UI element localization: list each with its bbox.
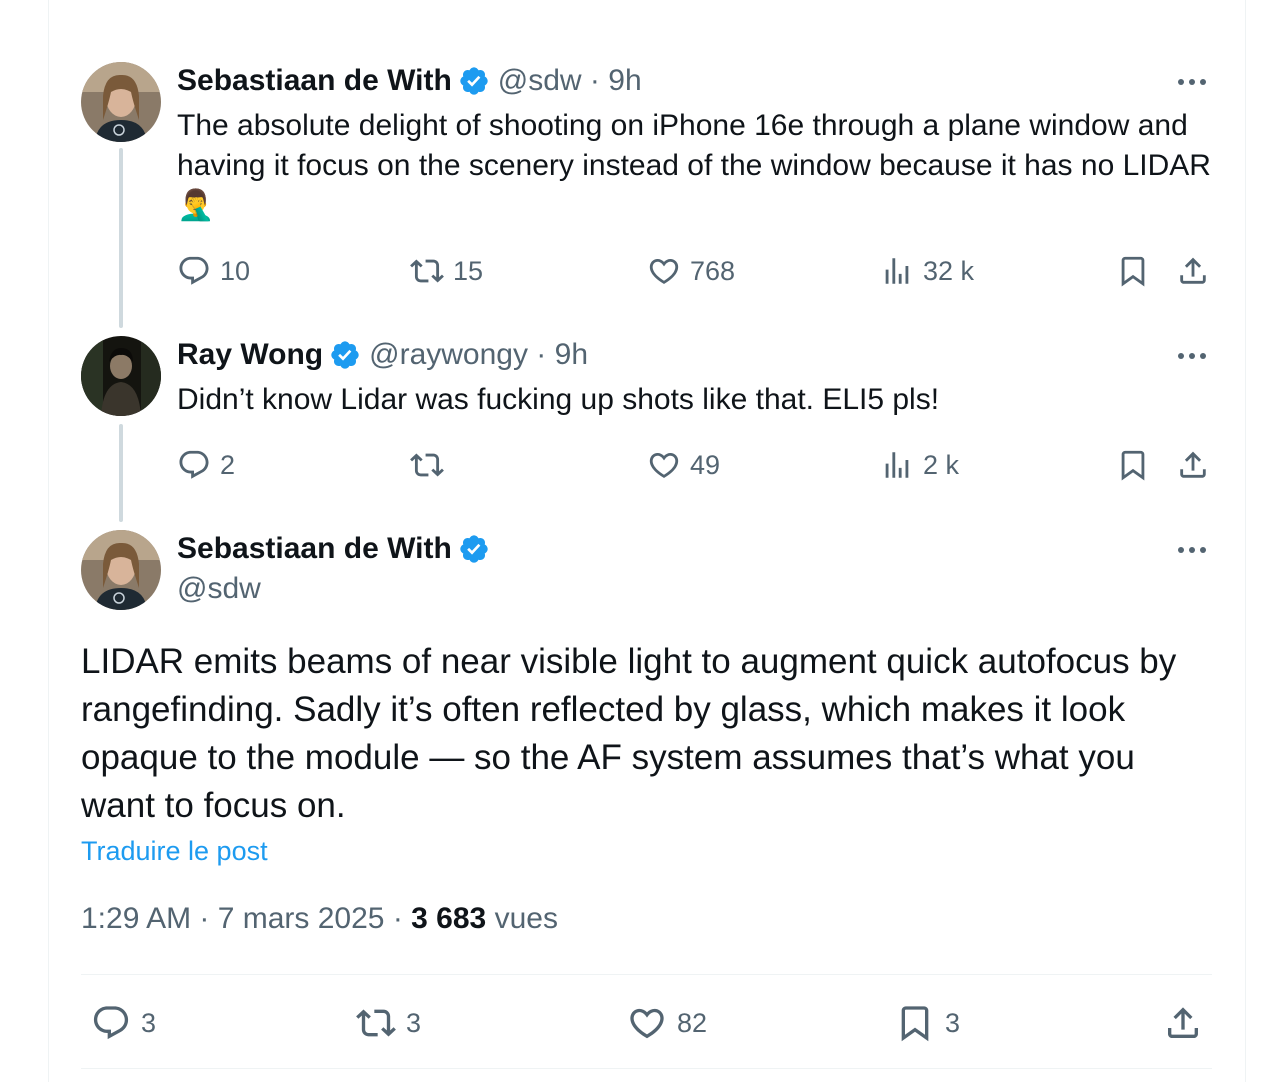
bookmark-button[interactable]	[1116, 251, 1150, 291]
bookmark-button[interactable]	[1116, 445, 1150, 485]
reply-button[interactable]: 2	[177, 445, 235, 485]
views-icon	[885, 452, 909, 478]
avatar[interactable]	[81, 336, 161, 416]
divider	[81, 974, 1212, 975]
tweet-header: Sebastiaan de With @sdw · 9h	[177, 61, 642, 101]
handle[interactable]: @sdw	[177, 569, 261, 609]
share-button[interactable]	[1176, 251, 1210, 291]
verified-badge-icon[interactable]	[458, 533, 490, 565]
display-name[interactable]: Sebastiaan de With	[177, 64, 452, 98]
reply-count: 10	[220, 255, 251, 286]
like-button[interactable]: 49	[647, 445, 720, 485]
thread-connector	[119, 424, 123, 522]
views-button[interactable]: 32 k	[880, 251, 974, 291]
main-tweet-actions: 3 3 82 3	[81, 1000, 1212, 1046]
views-label: vues	[486, 902, 558, 935]
avatar[interactable]	[81, 530, 161, 610]
views-count-bold: 3 683	[411, 902, 487, 935]
repost-icon	[410, 453, 444, 477]
like-button[interactable]: 768	[647, 251, 735, 291]
avatar[interactable]	[81, 62, 161, 142]
handle-and-time[interactable]: @sdw · 9h	[498, 64, 642, 98]
repost-button[interactable]: 3	[356, 1000, 421, 1046]
views-button[interactable]: 2 k	[880, 445, 959, 485]
display-name[interactable]: Ray Wong	[177, 338, 323, 372]
views-count: 2 k	[923, 449, 960, 480]
handle-and-time[interactable]: @raywongy · 9h	[369, 338, 588, 372]
reply-button[interactable]: 10	[177, 251, 250, 291]
like-count: 82	[677, 1007, 708, 1038]
bookmark-button[interactable]: 3	[895, 1000, 960, 1046]
more-icon[interactable]	[1174, 64, 1210, 100]
repost-button[interactable]	[410, 445, 444, 485]
repost-count: 15	[453, 255, 484, 286]
like-button[interactable]: 82	[627, 1000, 707, 1046]
share-button[interactable]	[1176, 445, 1210, 485]
tweet-header: Sebastiaan de With	[177, 529, 490, 569]
display-name[interactable]: Sebastiaan de With	[177, 532, 452, 566]
tweet-text: The absolute delight of shooting on iPho…	[177, 109, 1211, 222]
tweet-actions: 10 15 768 32 k	[177, 251, 1212, 291]
handle-text: @sdw	[177, 572, 261, 605]
like-icon	[630, 1008, 664, 1039]
bookmark-count: 3	[945, 1007, 961, 1038]
reply-button[interactable]: 3	[91, 1000, 156, 1046]
reply-count: 3	[141, 1007, 157, 1038]
share-button[interactable]	[1163, 1000, 1203, 1046]
reply-icon	[93, 1006, 129, 1040]
share-icon	[1180, 257, 1206, 284]
bookmark-icon	[901, 1006, 929, 1042]
verified-badge-icon[interactable]	[329, 339, 361, 371]
main-tweet-text: LIDAR emits beams of near visible light …	[81, 642, 1177, 825]
translate-link[interactable]: Traduire le post	[81, 836, 268, 867]
share-icon	[1180, 451, 1206, 478]
views-icon	[885, 258, 909, 284]
tweet-header: Ray Wong @raywongy · 9h	[177, 335, 588, 375]
reply-count: 2	[220, 449, 236, 480]
more-icon[interactable]	[1174, 338, 1210, 374]
verified-badge-icon[interactable]	[458, 65, 490, 97]
share-icon	[1168, 1007, 1198, 1038]
time-date: 1:29 AM · 7 mars 2025 ·	[81, 902, 412, 935]
like-icon	[649, 452, 679, 478]
bookmark-icon	[1121, 256, 1145, 287]
repost-icon	[410, 259, 444, 283]
like-count: 49	[690, 449, 721, 480]
views-count: 32 k	[923, 255, 975, 286]
like-icon	[649, 258, 679, 284]
repost-icon	[356, 1009, 396, 1037]
like-count: 768	[690, 255, 736, 286]
repost-button[interactable]: 15	[410, 251, 483, 291]
repost-count: 3	[406, 1007, 422, 1038]
bookmark-icon	[1121, 450, 1145, 481]
divider	[81, 1068, 1212, 1069]
timestamp[interactable]: 1:29 AM · 7 mars 2025 · 3 683 vues	[81, 902, 558, 936]
reply-icon	[179, 256, 209, 285]
reply-icon	[179, 450, 209, 479]
tweet-actions: 2 49 2 k	[177, 445, 1212, 485]
tweet-text: Didn’t know Lidar was fucking up shots l…	[177, 383, 940, 416]
more-icon[interactable]	[1174, 532, 1210, 568]
thread-connector	[119, 148, 123, 328]
